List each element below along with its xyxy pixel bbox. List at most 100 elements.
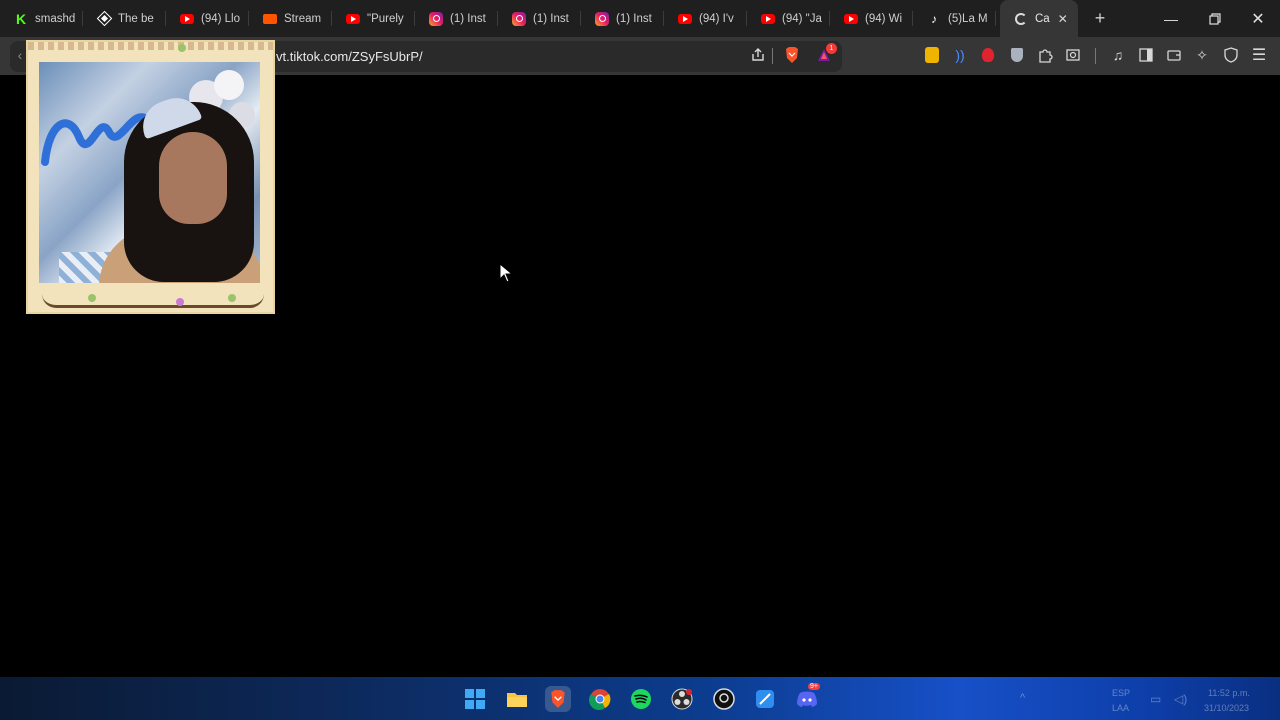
notification-badge: 1: [826, 43, 837, 54]
tiktok-icon: ♪: [931, 11, 937, 26]
sidebar-icon: [1139, 48, 1153, 62]
file-explorer-icon[interactable]: [504, 686, 530, 712]
network-icon[interactable]: ▭: [1150, 692, 1161, 706]
clock-date: 31/10/2023: [1204, 703, 1250, 713]
webcam-overlay: [26, 40, 275, 314]
mouse-cursor-icon: [499, 263, 513, 283]
extension-ublock-icon[interactable]: [922, 45, 942, 65]
extension-sound-icon[interactable]: )): [950, 45, 970, 65]
tab-smashd[interactable]: K smashd: [0, 0, 83, 37]
new-tab-button[interactable]: +: [1082, 8, 1118, 29]
windows-logo-icon: [465, 689, 485, 709]
flower: [176, 298, 184, 306]
brave-lion-icon: [786, 47, 798, 63]
tab-tiktok[interactable]: ♪ (5)La M: [913, 0, 996, 37]
webcam-photo: [39, 62, 260, 283]
youtube-icon: [678, 13, 692, 24]
close-window-button[interactable]: ✕: [1236, 0, 1280, 37]
youtube-icon: [346, 13, 360, 24]
toolbar-separator: [772, 48, 773, 64]
diamond-icon: [96, 10, 112, 27]
tab-active[interactable]: Ca ✕: [1000, 0, 1078, 37]
screenshot-icon[interactable]: [1063, 45, 1083, 65]
wallet-icon-svg: [1167, 50, 1181, 61]
toolbar-separator: [1095, 48, 1096, 64]
media-control-icon[interactable]: ♫: [1108, 45, 1128, 65]
tab-instagram-3[interactable]: (1) Inst: [581, 0, 664, 37]
spotify-logo-icon: [631, 689, 651, 709]
tab-label: (1) Inst: [616, 12, 652, 25]
tab-youtube-4[interactable]: (94) "Ja: [747, 0, 830, 37]
tab-instagram-1[interactable]: (1) Inst: [415, 0, 498, 37]
brave-shields-icon[interactable]: [782, 45, 802, 65]
tab-the-best[interactable]: The be: [83, 0, 166, 37]
menu-icon[interactable]: ☰: [1249, 45, 1269, 65]
language-sub-indicator: LAA: [1112, 703, 1130, 713]
discord-icon[interactable]: 9+: [794, 683, 820, 712]
spotify-icon[interactable]: [628, 686, 654, 712]
brave-browser-icon[interactable]: [545, 686, 571, 712]
tab-label: Ca: [1035, 12, 1050, 25]
tab-label: (5)La M: [948, 12, 988, 25]
chrome-logo-icon: [589, 689, 611, 710]
extension-shield-icon[interactable]: [1007, 45, 1027, 65]
tab-label: "Purely: [367, 12, 404, 25]
tab-label: Stream: [284, 12, 322, 25]
flower: [178, 44, 186, 52]
camera-app-icon[interactable]: [711, 686, 737, 712]
leo-ai-icon[interactable]: ✧: [1192, 45, 1212, 65]
restore-button[interactable]: [1193, 0, 1237, 37]
flower: [88, 294, 96, 302]
tab-label: smashd: [35, 12, 76, 25]
youtube-icon: [761, 13, 775, 24]
tab-soundcloud[interactable]: Stream: [249, 0, 332, 37]
youtube-icon: [180, 13, 194, 24]
loading-spinner-icon: [1014, 12, 1028, 26]
windows-start-icon[interactable]: [462, 686, 488, 712]
flower: [228, 294, 236, 302]
extensions-puzzle-icon[interactable]: [1035, 45, 1055, 65]
snip-logo-icon: [756, 690, 774, 708]
vpn-shield-icon[interactable]: [1221, 45, 1241, 65]
tab-instagram-2[interactable]: (1) Inst: [498, 0, 581, 37]
address-url[interactable]: vt.tiktok.com/ZSyFsUbrP/: [276, 49, 423, 64]
wallet-icon[interactable]: [1164, 45, 1184, 65]
sidebar-toggle-icon[interactable]: [1136, 45, 1156, 65]
folder-icon: [507, 693, 527, 707]
instagram-icon: [512, 11, 526, 26]
frame-decoration: [28, 42, 273, 50]
obs-logo-icon: [671, 688, 693, 710]
soundcloud-icon: [263, 13, 277, 24]
share-icon-svg: [752, 48, 764, 61]
puzzle-icon: [1039, 49, 1053, 63]
discord-badge: 9+: [808, 683, 820, 690]
obs-icon[interactable]: [669, 686, 695, 712]
brave-rewards-icon[interactable]: 1: [814, 43, 837, 65]
instagram-icon: [429, 11, 443, 26]
instagram-icon: [595, 11, 609, 26]
tray-chevron-icon[interactable]: ^: [1020, 692, 1025, 704]
tab-label: The be: [118, 12, 154, 25]
snipping-tool-icon[interactable]: [752, 686, 778, 712]
discord-logo-icon: [797, 691, 817, 707]
tab-label: (94) Wi: [865, 12, 903, 25]
minimize-button[interactable]: —: [1149, 0, 1193, 37]
tab-youtube-1[interactable]: (94) Llo: [166, 0, 249, 37]
screenshot-search-icon: [1066, 49, 1080, 61]
vpn-icon: [1224, 47, 1238, 63]
close-tab-icon[interactable]: ✕: [1058, 12, 1068, 26]
face: [159, 132, 227, 224]
chrome-icon[interactable]: [587, 686, 613, 712]
tab-label: (94) Llo: [201, 12, 240, 25]
clock-time[interactable]: 11:52 p.m.: [1208, 688, 1250, 698]
tab-label: (1) Inst: [450, 12, 486, 25]
tab-youtube-5[interactable]: (94) Wi: [830, 0, 913, 37]
tab-label: (94) "Ja: [782, 12, 822, 25]
share-icon[interactable]: [748, 45, 768, 65]
language-indicator[interactable]: ESP: [1112, 688, 1130, 698]
tab-youtube-3[interactable]: (94) I'v: [664, 0, 747, 37]
volume-icon[interactable]: ◁): [1174, 692, 1187, 706]
tab-youtube-2[interactable]: "Purely: [332, 0, 415, 37]
extension-adblock-icon[interactable]: [978, 45, 998, 65]
youtube-icon: [844, 13, 858, 24]
